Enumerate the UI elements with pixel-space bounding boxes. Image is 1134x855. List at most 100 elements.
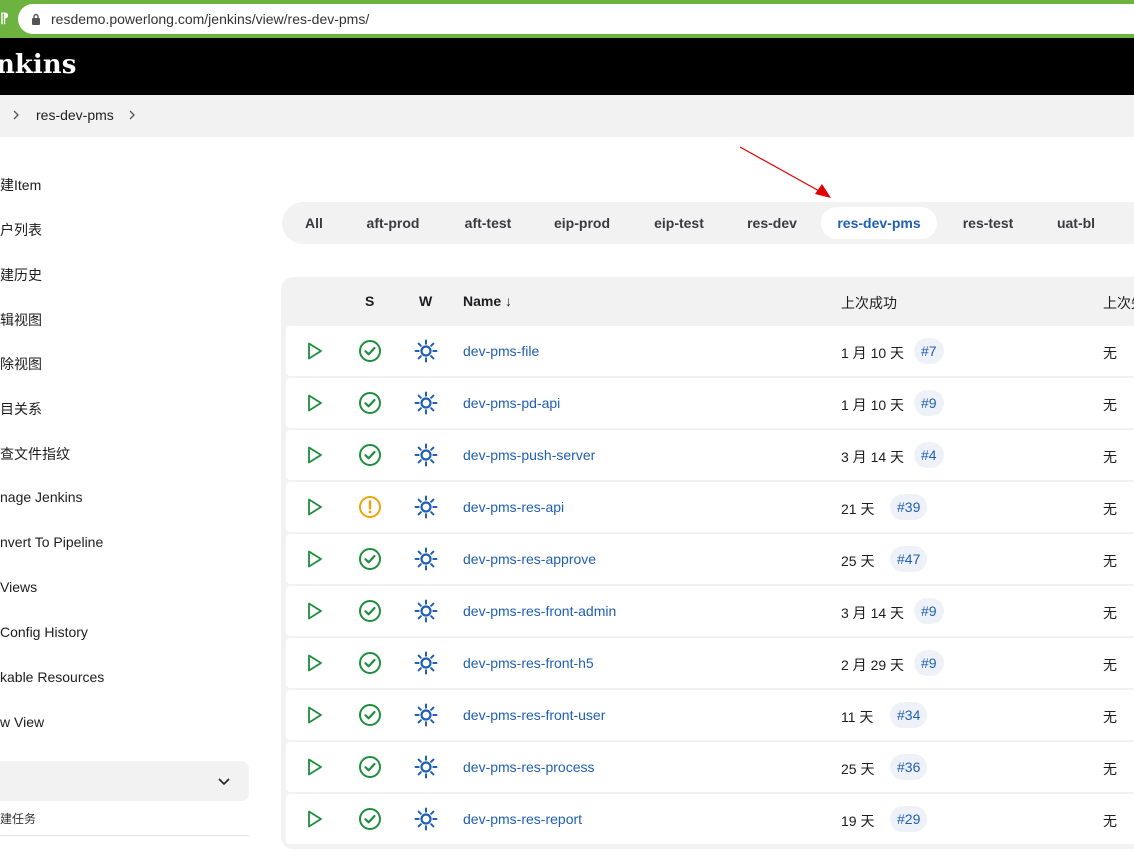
- sidebar-item-edit-view[interactable]: 辑视图: [0, 310, 42, 340]
- tab-eip-prod[interactable]: eip-prod: [544, 207, 620, 239]
- build-link-badge[interactable]: #34: [890, 702, 928, 728]
- build-link-badge[interactable]: #36: [890, 754, 928, 780]
- tab-res-dev[interactable]: res-dev: [737, 207, 807, 239]
- table-row: dev-pms-pd-api 1 月 10 天 #9 无: [286, 378, 1134, 428]
- job-link[interactable]: dev-pms-res-front-admin: [463, 603, 616, 619]
- last-failure-value: 无: [1103, 813, 1117, 829]
- column-header-last-success[interactable]: 上次成功: [841, 293, 897, 313]
- weather-sunny-icon: [414, 443, 438, 467]
- weather-sunny-icon: [414, 651, 438, 675]
- tab-aft-test[interactable]: aft-test: [452, 207, 524, 239]
- last-success-time: 1 月 10 天: [841, 397, 905, 413]
- table-row: dev-pms-push-server 3 月 14 天 #4 无: [286, 430, 1134, 480]
- sidebar-item-users[interactable]: 户列表: [0, 220, 42, 250]
- job-link[interactable]: dev-pms-push-server: [463, 447, 595, 463]
- weather-sunny-icon: [414, 339, 438, 363]
- chevron-down-icon[interactable]: [217, 774, 231, 788]
- play-icon[interactable]: [302, 391, 326, 415]
- build-link-badge[interactable]: #29: [890, 806, 928, 832]
- sidebar-item-check-fingerprint[interactable]: 查文件指纹: [0, 444, 70, 474]
- build-link-badge[interactable]: #9: [914, 390, 944, 416]
- sidebar-item-new-item[interactable]: 建Item: [0, 175, 41, 205]
- jenkins-header: nkins: [0, 38, 1134, 95]
- status-success-icon: [358, 599, 382, 623]
- tab-res-test[interactable]: res-test: [952, 207, 1024, 239]
- weather-sunny-icon: [414, 391, 438, 415]
- column-header-name[interactable]: Name ↓: [463, 293, 512, 309]
- play-icon[interactable]: [302, 651, 326, 675]
- job-link[interactable]: dev-pms-pd-api: [463, 395, 560, 411]
- breadcrumb: res-dev-pms: [0, 95, 1134, 137]
- last-success-time: 3 月 14 天: [841, 605, 905, 621]
- tab-all[interactable]: All: [296, 207, 332, 239]
- extension-icon[interactable]: ⁋: [0, 10, 9, 27]
- column-header-status[interactable]: S: [365, 293, 374, 309]
- sidebar-item-lockable-resources[interactable]: kable Resources: [0, 669, 104, 699]
- play-icon[interactable]: [302, 807, 326, 831]
- status-success-icon: [358, 651, 382, 675]
- play-icon[interactable]: [302, 443, 326, 467]
- build-link-badge[interactable]: #9: [914, 598, 944, 624]
- job-link[interactable]: dev-pms-file: [463, 343, 539, 359]
- play-icon[interactable]: [302, 547, 326, 571]
- job-link[interactable]: dev-pms-res-front-user: [463, 707, 605, 723]
- status-success-icon: [358, 443, 382, 467]
- build-link-badge[interactable]: #9: [914, 650, 944, 676]
- last-failure-value: 无: [1103, 449, 1117, 465]
- play-icon[interactable]: [302, 755, 326, 779]
- weather-sunny-icon: [414, 599, 438, 623]
- play-icon[interactable]: [302, 495, 326, 519]
- status-success-icon: [358, 391, 382, 415]
- sidebar-item-project-relationship[interactable]: 目关系: [0, 399, 42, 429]
- view-tabs: All aft-prod aft-test eip-prod eip-test …: [282, 202, 1134, 244]
- status-success-icon: [358, 755, 382, 779]
- status-success-icon: [358, 339, 382, 363]
- play-icon[interactable]: [302, 703, 326, 727]
- last-failure-value: 无: [1103, 657, 1117, 673]
- weather-sunny-icon: [414, 807, 438, 831]
- divider: [0, 835, 249, 836]
- url-field[interactable]: resdemo.powerlong.com/jenkins/view/res-d…: [18, 4, 1134, 34]
- last-success-time: 1 月 10 天: [841, 345, 905, 361]
- job-link[interactable]: dev-pms-res-api: [463, 499, 564, 515]
- last-failure-value: 无: [1103, 709, 1117, 725]
- sidebar-item-new-view[interactable]: w View: [0, 714, 44, 744]
- sidebar-item-build-history[interactable]: 建历史: [0, 265, 42, 295]
- job-link[interactable]: dev-pms-res-report: [463, 811, 582, 827]
- table-row: dev-pms-res-approve 25 天 #47 无: [286, 534, 1134, 584]
- last-success-time: 2 月 29 天: [841, 657, 905, 673]
- tab-aft-prod[interactable]: aft-prod: [355, 207, 431, 239]
- job-link[interactable]: dev-pms-res-process: [463, 759, 594, 775]
- tab-uat-bl[interactable]: uat-bl: [1046, 207, 1106, 239]
- tab-eip-test[interactable]: eip-test: [643, 207, 715, 239]
- play-icon[interactable]: [302, 339, 326, 363]
- browser-url-bar: ⁋ resdemo.powerlong.com/jenkins/view/res…: [0, 0, 1134, 38]
- build-queue-panel[interactable]: [0, 761, 249, 801]
- build-link-badge[interactable]: #4: [914, 442, 944, 468]
- app-title[interactable]: nkins: [0, 50, 76, 80]
- column-header-weather[interactable]: W: [419, 293, 432, 309]
- url-text: resdemo.powerlong.com/jenkins/view/res-d…: [51, 11, 370, 27]
- sidebar-item-delete-view[interactable]: 除视图: [0, 354, 42, 384]
- last-failure-value: 无: [1103, 553, 1117, 569]
- job-link[interactable]: dev-pms-res-approve: [463, 551, 596, 567]
- annotation-arrow: [739, 146, 831, 198]
- build-link-badge[interactable]: #7: [914, 338, 944, 364]
- tab-res-dev-pms[interactable]: res-dev-pms: [821, 207, 937, 239]
- play-icon[interactable]: [302, 599, 326, 623]
- sidebar-item-config-history[interactable]: Config History: [0, 624, 88, 654]
- build-link-badge[interactable]: #47: [890, 546, 928, 572]
- chevron-right-icon[interactable]: [125, 108, 139, 122]
- status-success-icon: [358, 807, 382, 831]
- column-header-last-failure[interactable]: 上次失: [1103, 293, 1134, 313]
- last-success-time: 3 月 14 天: [841, 449, 905, 465]
- build-link-badge[interactable]: #39: [890, 494, 928, 520]
- sidebar: 建Item 户列表 建历史 辑视图 除视图 目关系 查文件指纹 nage Jen…: [0, 137, 260, 855]
- breadcrumb-item-view[interactable]: res-dev-pms: [36, 107, 114, 123]
- sidebar-item-manage-jenkins[interactable]: nage Jenkins: [0, 489, 83, 519]
- job-link[interactable]: dev-pms-res-front-h5: [463, 655, 594, 671]
- last-success-time: 11 天: [841, 709, 874, 725]
- sidebar-item-views[interactable]: Views: [0, 579, 37, 609]
- sidebar-item-convert-to-pipeline[interactable]: nvert To Pipeline: [0, 534, 103, 564]
- last-failure-value: 无: [1103, 397, 1117, 413]
